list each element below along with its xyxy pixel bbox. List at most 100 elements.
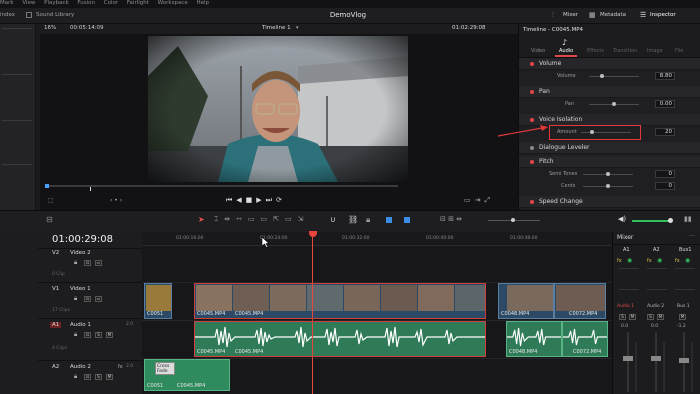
semi-tones-knob[interactable]: [606, 172, 610, 176]
menu-help[interactable]: Help: [196, 0, 209, 7]
mixer-tab[interactable]: Mixer: [563, 12, 578, 18]
pan-value[interactable]: 0.00: [655, 100, 675, 108]
mute-button[interactable]: M: [629, 314, 636, 320]
fx-icon[interactable]: fx: [617, 258, 622, 264]
scrubber-track[interactable]: [45, 185, 398, 187]
snapping-icon[interactable]: ∪: [330, 215, 336, 224]
lock-icon[interactable]: 🔒︎: [74, 295, 77, 303]
master-volume-bar[interactable]: [632, 220, 670, 222]
zoom-icons[interactable]: ⊟ ⊞ ⇹: [440, 215, 462, 223]
inspector-icon[interactable]: ☰: [640, 11, 646, 19]
solo-button[interactable]: S: [619, 314, 626, 320]
fader-knob[interactable]: [679, 358, 689, 363]
volume-section[interactable]: Volume: [519, 58, 700, 70]
amount-value[interactable]: 20: [655, 128, 675, 136]
cents-value[interactable]: 0: [655, 182, 675, 190]
timeline-name-dropdown[interactable]: Timeline 1: [262, 25, 291, 31]
metadata-icon[interactable]: ▦: [589, 11, 596, 19]
audio-clip[interactable]: C0072.MP4: [562, 321, 608, 357]
fx-icon[interactable]: fx: [647, 258, 652, 264]
speed-change-section[interactable]: Speed Change: [519, 196, 700, 208]
mute-button[interactable]: M: [679, 314, 686, 320]
scrubber-handle[interactable]: [45, 184, 49, 188]
mute-button[interactable]: M: [657, 314, 664, 320]
eq-icon[interactable]: ◉: [627, 257, 632, 264]
pan-slider-knob[interactable]: [612, 102, 616, 106]
edit-tools-icons[interactable]: ⌶⇹⇿▭▭⇱▭⇲: [214, 215, 310, 224]
enable-dot[interactable]: [530, 118, 534, 122]
cents-knob[interactable]: [606, 184, 610, 188]
auto-select-button[interactable]: ⊡: [84, 332, 91, 338]
marker-icon[interactable]: [404, 217, 410, 223]
pitch-section[interactable]: Pitch: [519, 156, 700, 168]
volume-slider-knob[interactable]: [600, 74, 604, 78]
link-icon[interactable]: ⛓: [348, 215, 358, 224]
fx-label[interactable]: fx: [118, 364, 123, 370]
lock-icon[interactable]: 🔒︎: [74, 331, 77, 339]
solo-button[interactable]: S: [95, 374, 102, 380]
tab-audio[interactable]: Audio: [559, 48, 573, 54]
audio-clip[interactable]: C0048.MP4: [506, 321, 562, 357]
pan-section[interactable]: Pan: [519, 86, 700, 98]
track-name[interactable]: Audio 1: [70, 322, 91, 328]
mute-button[interactable]: M: [106, 374, 113, 380]
track-name[interactable]: Video 2: [70, 250, 91, 256]
menu-fusion[interactable]: Fusion: [77, 0, 95, 7]
video-clip[interactable]: C0072.MP4: [554, 283, 606, 319]
timeline-view-icon[interactable]: ⊟: [46, 215, 53, 224]
track-visible-button[interactable]: ▭: [95, 260, 102, 266]
lock-icon[interactable]: 🔒︎: [366, 215, 370, 225]
video-clip[interactable]: C0051: [144, 283, 172, 319]
volume-value[interactable]: 8.80: [655, 72, 675, 80]
playhead[interactable]: [312, 232, 313, 394]
auto-select-button[interactable]: ⊡: [84, 260, 91, 266]
volume-icon[interactable]: ◀): [618, 215, 626, 223]
zoom-slider-knob[interactable]: [511, 218, 515, 222]
solo-button[interactable]: S: [647, 314, 654, 320]
cross-fade-transition[interactable]: Cross Fade: [155, 362, 175, 375]
tab-video[interactable]: Video: [531, 48, 545, 54]
auto-select-button[interactable]: ⊡: [84, 374, 91, 380]
fader-track[interactable]: [655, 332, 657, 392]
jog-icon[interactable]: ‹ • ›: [110, 197, 122, 204]
selection-tool-icon[interactable]: ➤: [198, 215, 205, 224]
tab-file[interactable]: File: [675, 48, 683, 54]
tab-transition[interactable]: Transition: [613, 48, 637, 54]
enable-dot[interactable]: [530, 62, 534, 66]
flag-icon[interactable]: [386, 217, 392, 223]
metadata-tab[interactable]: Metadata: [600, 12, 626, 18]
mixer-icon[interactable]: ⫶: [552, 11, 554, 20]
timeline-ruler[interactable]: 01:00:16:00 01:00:24:00 01:00:32:00 01:0…: [142, 232, 612, 246]
fader-knob[interactable]: [651, 356, 661, 361]
solo-button[interactable]: S: [95, 332, 102, 338]
tab-effects[interactable]: Effects: [587, 48, 604, 54]
eq-icon[interactable]: ◉: [685, 257, 690, 264]
video-clip-selected[interactable]: C0045.MP4 C0045.MP4: [194, 283, 486, 319]
eq-icon[interactable]: ◉: [657, 257, 662, 264]
enable-dot[interactable]: [530, 200, 534, 204]
mute-button[interactable]: M: [106, 332, 113, 338]
timeline-meter-icon[interactable]: ▮▮: [684, 215, 692, 223]
audio-clip-selected[interactable]: C0045.MP4 C0045.MP4: [194, 321, 486, 357]
track-name[interactable]: Video 1: [70, 286, 91, 292]
enable-dot[interactable]: [530, 146, 534, 150]
viewer-options-icon[interactable]: ⬚: [48, 197, 54, 204]
audio-clip[interactable]: Cross Fade C0051 C0045.MP4: [144, 359, 230, 391]
video-clip[interactable]: C0048.MP4: [498, 283, 554, 319]
menu-mark[interactable]: Mark: [0, 0, 14, 7]
auto-select-button[interactable]: ⊡: [84, 296, 91, 302]
volume-slider[interactable]: [589, 76, 639, 77]
viewer-right-icons[interactable]: ▭⇥⤢: [464, 196, 494, 205]
tab-image[interactable]: Image: [647, 48, 663, 54]
sound-library-tab[interactable]: Sound Library: [36, 12, 74, 18]
mixer-slot[interactable]: [619, 268, 639, 290]
timeline-tracks[interactable]: C0051 C0045.MP4 C0045.MP4 C0048.MP4 C007…: [142, 232, 612, 394]
fader-track[interactable]: [627, 332, 629, 392]
track-name[interactable]: Audio 2: [70, 364, 91, 370]
fx-icon[interactable]: fx: [675, 258, 680, 264]
lock-icon[interactable]: 🔒︎: [74, 259, 77, 267]
menu-color[interactable]: Color: [104, 0, 118, 7]
enable-dot[interactable]: [530, 90, 534, 94]
chevron-down-icon[interactable]: ▾: [296, 25, 299, 31]
lock-icon[interactable]: 🔒︎: [74, 373, 77, 381]
